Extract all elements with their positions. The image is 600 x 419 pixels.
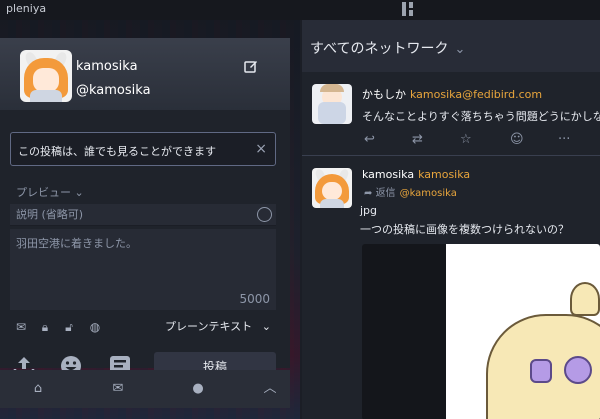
chevron-up-icon[interactable]: ︿ — [262, 381, 278, 397]
mail-icon[interactable]: ✉ — [110, 381, 126, 397]
status-display-name: かもしか — [362, 88, 406, 101]
status-item[interactable]: かもしか kamosika@fedibird.com そんなことよりすぐ落ちちゃう… — [302, 76, 600, 156]
reply-indicator[interactable]: ➦ 返信 @kamosika — [364, 184, 457, 199]
character-counter: 5000 — [239, 292, 270, 306]
app-title: pleniya — [6, 2, 47, 15]
status-display-name: kamosika — [362, 168, 415, 181]
compose-text-area[interactable]: 5000 — [10, 229, 276, 310]
compose-panel: kamosika @kamosika この投稿は、誰でも見ることができます × … — [0, 38, 290, 382]
more-icon[interactable]: ··· — [558, 132, 570, 148]
status-author[interactable]: kamosika kamosika — [362, 168, 470, 181]
status-action-bar: ↩ ⇄ ☆ ☺ ··· — [362, 132, 600, 148]
visibility-notice: この投稿は、誰でも見ることができます × — [10, 132, 276, 166]
window-titlebar: pleniya — [0, 0, 600, 20]
format-select-value: プレーンテキスト — [165, 320, 253, 333]
avatar[interactable] — [20, 50, 72, 102]
column-title-text: すべてのネットワーク — [310, 41, 449, 57]
close-icon[interactable]: × — [255, 141, 267, 157]
boost-icon[interactable]: ⇄ — [412, 132, 423, 148]
unlock-icon[interactable]: 🔓︎ — [62, 320, 76, 334]
direct-message-icon[interactable]: ✉ — [14, 320, 28, 334]
edit-profile-icon[interactable] — [244, 59, 258, 73]
content-warning-input[interactable] — [10, 204, 276, 225]
status-content-line: jpg — [360, 204, 378, 217]
emoji-picker-icon[interactable] — [257, 207, 272, 222]
emoji-reaction-icon[interactable]: ☺ — [510, 132, 524, 148]
status-content-line: 一つの投稿に画像を複数つけられないの？ — [360, 223, 569, 236]
chevron-down-icon: ⌄ — [261, 320, 271, 333]
media-image[interactable] — [446, 244, 600, 419]
status-acct: kamosika@fedibird.com — [410, 88, 543, 101]
chevron-down-icon: ⌄ — [454, 42, 466, 57]
profile-header: kamosika @kamosika — [0, 38, 290, 110]
timeline-column: すべてのネットワーク ⌄ かもしか kamosika@fedibird.com そん… — [302, 20, 600, 419]
profile-name[interactable]: kamosika — [76, 59, 138, 74]
compose-textarea[interactable] — [10, 229, 276, 289]
reply-to-acct: @kamosika — [399, 188, 457, 199]
format-select[interactable]: プレーンテキスト ⌄ — [165, 318, 277, 338]
status-avatar[interactable] — [312, 84, 352, 124]
status-item[interactable]: kamosika kamosika ➦ 返信 @kamosika jpg 一つの投稿… — [302, 158, 600, 419]
globe-icon[interactable]: ◍ — [88, 320, 102, 334]
app-logo-icon — [402, 0, 416, 18]
profile-handle[interactable]: @kamosika — [76, 83, 151, 98]
column-title[interactable]: すべてのネットワーク ⌄ — [310, 38, 465, 58]
status-acct: kamosika — [418, 168, 471, 181]
chevron-down-icon: ⌄ — [74, 186, 84, 199]
reply-icon[interactable]: ↩ — [364, 132, 375, 148]
home-icon[interactable]: ⌂ — [30, 381, 46, 397]
lock-icon[interactable]: 🔒︎ — [38, 320, 52, 334]
chat-icon[interactable]: ● — [190, 381, 206, 397]
preview-toggle[interactable]: プレビュー ⌄ — [16, 184, 84, 200]
content-warning-field[interactable] — [10, 204, 276, 226]
visibility-notice-text: この投稿は、誰でも見ることができます — [18, 145, 216, 158]
star-icon[interactable]: ☆ — [460, 132, 472, 148]
status-content: そんなことよりすぐ落ちちゃう問題どうにかしなさ — [362, 110, 600, 123]
status-author[interactable]: かもしか kamosika@fedibird.com — [362, 86, 542, 102]
bottom-navigation: ⌂ ✉ ● ︿ — [0, 370, 290, 408]
column-header[interactable]: すべてのネットワーク ⌄ — [302, 20, 600, 72]
reply-label: 返信 — [375, 188, 396, 199]
reply-arrow-icon: ➦ — [364, 188, 376, 199]
status-avatar[interactable] — [312, 168, 352, 208]
preview-label: プレビュー — [16, 186, 71, 199]
media-attachment[interactable] — [362, 244, 600, 419]
